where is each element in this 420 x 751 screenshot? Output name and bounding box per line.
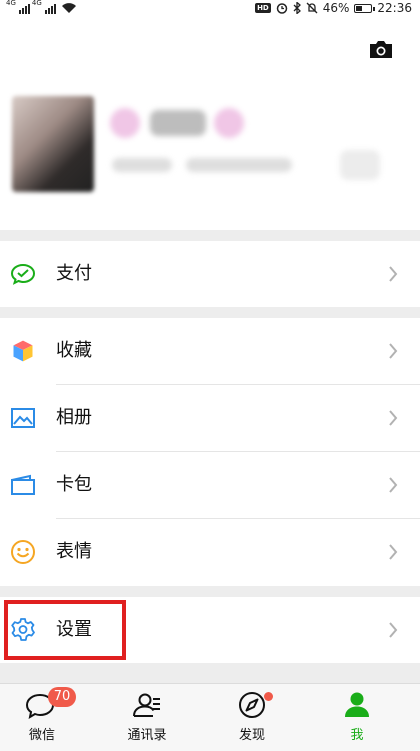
clock: 22:36 xyxy=(377,1,412,15)
signal-indicators: 4G 4G xyxy=(6,0,77,14)
chevron-right-icon xyxy=(389,343,398,359)
contacts-icon xyxy=(133,693,160,717)
tab-contacts[interactable]: 通讯录 xyxy=(105,684,189,751)
status-bar: 4G 4G HD 46% 22:36 xyxy=(0,0,420,16)
menu-item-stickers[interactable]: 表情 xyxy=(0,519,420,585)
wechat-pay-icon xyxy=(10,263,36,285)
alarm-icon xyxy=(276,3,287,14)
tab-label: 通讯录 xyxy=(127,728,167,743)
tab-chats[interactable]: 70 微信 xyxy=(0,684,84,751)
person-icon xyxy=(345,692,369,717)
profile-header[interactable] xyxy=(0,16,420,230)
menu-item-label: 收藏 xyxy=(56,340,92,361)
avatar[interactable] xyxy=(12,96,94,192)
smile-icon xyxy=(11,540,35,564)
signal2-label: 4G xyxy=(31,0,42,7)
chevron-right-icon xyxy=(389,477,398,493)
cube-icon xyxy=(12,339,34,363)
tab-discover[interactable]: 发现 xyxy=(210,684,294,751)
qr-code-blurred[interactable] xyxy=(340,150,380,180)
mute-icon xyxy=(306,2,318,14)
menu-item-favorites[interactable]: 收藏 xyxy=(0,318,420,384)
menu-item-label: 相册 xyxy=(56,407,92,428)
tab-label: 发现 xyxy=(238,728,265,743)
bluetooth-icon xyxy=(293,2,301,14)
camera-icon[interactable] xyxy=(368,38,394,60)
chevron-right-icon xyxy=(389,410,398,426)
menu-item-pay[interactable]: 支付 xyxy=(0,241,420,307)
features-section: 收藏 相册 卡包 表情 xyxy=(0,318,420,586)
hd-badge: HD xyxy=(255,3,271,13)
new-content-dot xyxy=(264,692,273,701)
menu-item-cards[interactable]: 卡包 xyxy=(0,452,420,518)
menu-item-label: 支付 xyxy=(56,263,92,284)
wechat-id-blurred xyxy=(112,158,172,172)
nickname-blurred xyxy=(150,110,206,136)
menu-item-album[interactable]: 相册 xyxy=(0,385,420,451)
menu-item-label: 卡包 xyxy=(56,474,92,495)
battery-icon xyxy=(354,3,376,13)
nickname-blurred xyxy=(110,108,140,138)
wifi-icon xyxy=(61,3,76,14)
signal1-label: 4G xyxy=(6,0,16,7)
nickname-blurred xyxy=(214,108,244,138)
card-icon xyxy=(11,474,35,495)
bottom-tab-bar: 70 微信 通讯录 发现 我 xyxy=(0,683,420,751)
settings-highlight-box xyxy=(4,600,126,660)
signal-strength-icon xyxy=(44,4,56,14)
tab-me[interactable]: 我 xyxy=(315,684,399,751)
chevron-right-icon xyxy=(389,266,398,282)
signal-strength-icon xyxy=(18,4,30,14)
battery-percent: 46% xyxy=(322,1,350,15)
picture-icon xyxy=(11,408,35,428)
tab-label: 我 xyxy=(350,728,364,743)
menu-item-label: 表情 xyxy=(56,541,92,562)
chevron-right-icon xyxy=(389,544,398,560)
pay-section: 支付 xyxy=(0,241,420,307)
wechat-id-blurred xyxy=(186,158,292,172)
unread-badge: 70 xyxy=(48,687,76,707)
chevron-right-icon xyxy=(389,622,398,638)
status-right: HD 46% 22:36 xyxy=(255,0,412,16)
tab-label: 微信 xyxy=(28,728,55,743)
